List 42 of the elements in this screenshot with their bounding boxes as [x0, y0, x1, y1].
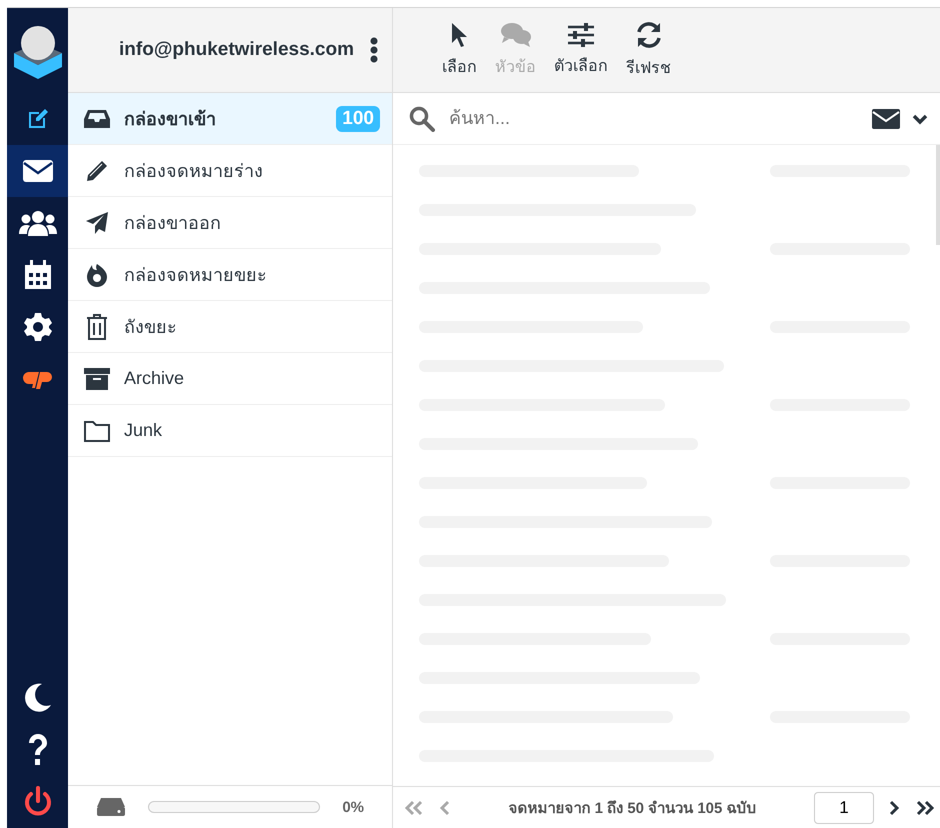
- unread-count: 100: [336, 106, 380, 132]
- flame-icon: [86, 262, 108, 286]
- folder-icon: [84, 420, 110, 442]
- search-field[interactable]: ค้นหา...: [447, 107, 860, 130]
- chat-bubbles-icon: [500, 22, 532, 48]
- power-icon: [22, 786, 52, 818]
- folder-item[interactable]: ถังขยะ: [68, 301, 392, 353]
- folder-item[interactable]: กล่องขาออก: [68, 197, 392, 249]
- toolbar-button[interactable]: รีเฟรช: [620, 16, 677, 84]
- sliders-icon: [567, 22, 595, 46]
- help-icon: [26, 734, 48, 766]
- chevron-down-icon[interactable]: [912, 112, 928, 124]
- last-page-button[interactable]: [914, 800, 936, 816]
- toolbar-button[interactable]: ตัวเลือก: [548, 18, 614, 82]
- folder-item[interactable]: กล่องจดหมายร่าง: [68, 145, 392, 197]
- archive-box-icon: [84, 366, 110, 390]
- settings-icon: [22, 312, 52, 342]
- scrollbar[interactable]: [936, 145, 940, 245]
- envelope-icon[interactable]: [872, 108, 900, 128]
- moon-icon: [24, 683, 52, 713]
- pointer-icon: [450, 22, 470, 48]
- toolbar-button[interactable]: เลือก: [436, 18, 483, 82]
- users-icon: [18, 210, 58, 236]
- next-page-button[interactable]: [888, 800, 900, 816]
- refresh-icon: [634, 20, 662, 48]
- folder-item[interactable]: กล่องขาเข้า 100: [68, 93, 392, 145]
- calendar-icon: [24, 260, 52, 290]
- pagination-info: จดหมายจาก 1 ถึง 50 จำนวน 105 ฉบับ: [507, 798, 758, 818]
- envelope-icon: [22, 159, 54, 183]
- trash-icon: [86, 314, 108, 340]
- more-menu-icon[interactable]: [370, 37, 378, 63]
- folder-item[interactable]: Archive: [68, 353, 392, 405]
- folder-item[interactable]: Junk: [68, 405, 392, 457]
- pencil-icon: [85, 158, 109, 182]
- storage-drive-icon: [96, 797, 126, 817]
- page-number-field[interactable]: 1: [814, 792, 874, 824]
- inbox-tray-icon: [83, 108, 111, 128]
- quota-percent: 0%: [342, 798, 364, 816]
- account-email: info@phuketwireless.com: [119, 39, 354, 61]
- search-icon: [409, 106, 435, 132]
- paper-plane-icon: [85, 210, 109, 234]
- folder-item[interactable]: กล่องจดหมายขยะ: [68, 249, 392, 301]
